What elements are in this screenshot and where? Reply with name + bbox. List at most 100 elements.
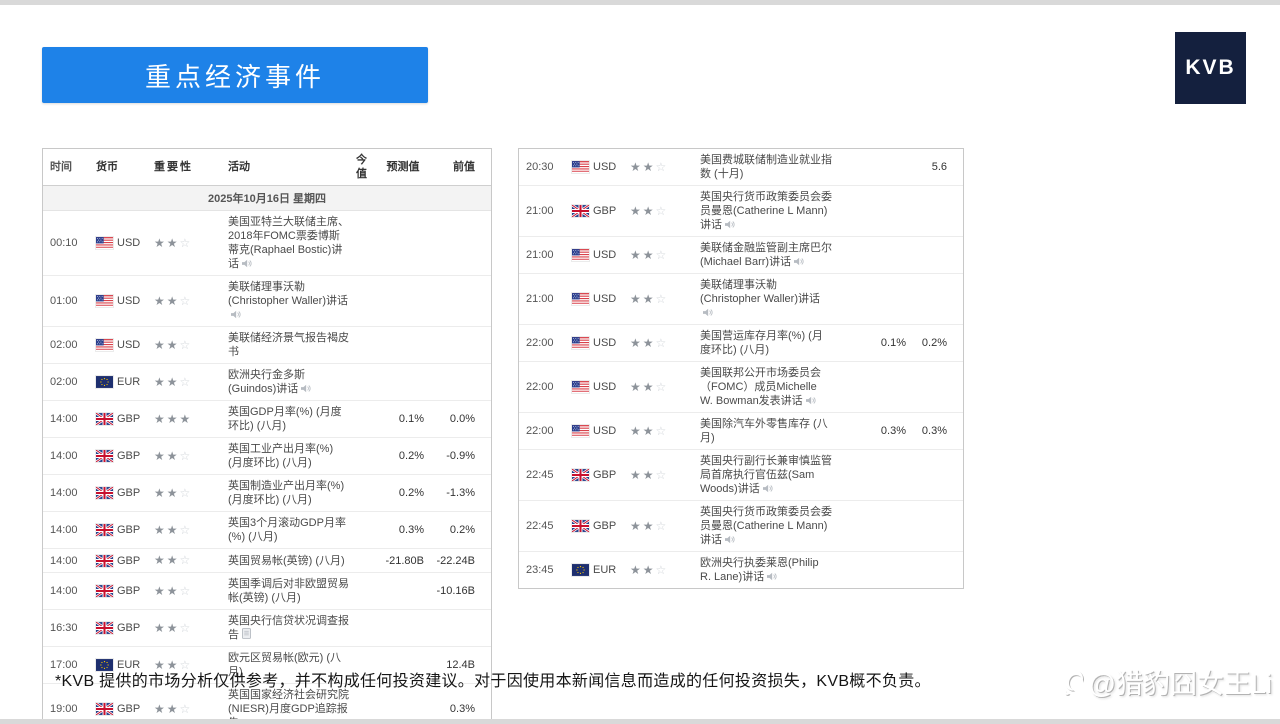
star-icon: ☆ [655, 291, 669, 306]
actual-value [353, 557, 379, 565]
forecast-value: 0.3% [398, 524, 424, 536]
speaker-icon [762, 484, 774, 493]
event-activity: 美联储金融监管副主席巴尔(Michael Barr)讲话 [697, 237, 835, 273]
actual-value [835, 471, 861, 479]
event-row: 14:00 GBP ★★☆ 英国3个月滚动GDP月率(%) (八月) 0.3% 0.2% [43, 512, 491, 549]
bottom-edge-strip [0, 719, 1280, 724]
previous-value [427, 341, 491, 349]
event-time: 14:00 [50, 585, 78, 597]
previous-value [909, 251, 963, 259]
actual-value [353, 705, 379, 713]
star-icon: ☆ [179, 620, 193, 635]
importance-stars: ★★★ [151, 408, 225, 431]
activity-text: 美联储金融监管副主席巴尔(Michael Barr)讲话 [700, 242, 832, 268]
star-icon: ★ [166, 235, 180, 250]
currency-code: GBP [593, 469, 617, 481]
actual-value [353, 587, 379, 595]
importance-stars: ★★☆ [151, 232, 225, 255]
importance-stars: ★★☆ [627, 464, 697, 487]
star-icon: ★ [166, 701, 180, 716]
star-icon: ☆ [179, 553, 193, 567]
event-activity: 美联储经济景气报告褐皮书 [225, 327, 353, 363]
star-icon: ★ [642, 203, 656, 218]
star-icon: ☆ [655, 159, 669, 174]
disclaimer-text: *KVB 提供的市场分析仅供参考，并不构成任何投资建议。对于因使用本新闻信息而造… [55, 673, 931, 690]
event-activity: 英国GDP月率(%) (月度环比) (八月) [225, 401, 353, 437]
star-icon: ☆ [655, 423, 669, 438]
star-icon: ★ [630, 423, 643, 438]
event-currency: USD [569, 332, 627, 354]
forecast-value: 0.2% [398, 450, 424, 462]
event-row: 14:00 GBP ★★☆ 英国工业产出月率(%) (月度环比) (八月) 0.2% -0… [43, 438, 491, 475]
header-actual: 今值 [356, 154, 367, 180]
event-currency: GBP [93, 617, 151, 639]
currency-code: GBP [117, 585, 141, 597]
us-flag-icon [572, 161, 589, 173]
currency-code: USD [593, 161, 617, 173]
activity-text: 美联储理事沃勒(Christopher Waller)讲话 [700, 279, 821, 305]
activity-text: 英国制造业产出月率(%) (月度环比) (八月) [228, 480, 345, 506]
header-previous: 前值 [453, 161, 475, 173]
event-time: 14:00 [50, 413, 78, 425]
speaker-icon [231, 310, 242, 319]
activity-text: 英国3个月滚动GDP月率(%) (八月) [228, 517, 346, 543]
forecast-value [379, 239, 427, 247]
actual-value [835, 295, 861, 303]
importance-stars: ★★☆ [151, 482, 225, 505]
activity-text: 英国季调后对非欧盟贸易帐(英镑) (八月) [228, 578, 349, 604]
event-activity: 美国费城联储制造业就业指数 (十月) [697, 149, 835, 185]
event-time: 23:45 [526, 564, 554, 576]
event-activity: 英国季调后对非欧盟贸易帐(英镑) (八月) [225, 573, 353, 609]
star-icon: ☆ [179, 235, 193, 250]
event-time: 01:00 [50, 295, 78, 307]
previous-value [427, 378, 491, 386]
event-currency: GBP [93, 482, 151, 504]
star-icon: ☆ [655, 562, 669, 577]
speaker-icon [301, 384, 312, 393]
importance-stars: ★★☆ [627, 288, 697, 311]
star-icon: ★ [154, 583, 167, 598]
currency-code: USD [593, 293, 617, 305]
actual-value [835, 251, 861, 259]
activity-text: 英国央行货币政策委员会委员曼恩(Catherine L Mann)讲话 [700, 191, 832, 231]
event-row: 02:00 EUR ★★☆ 欧洲央行金多斯(Guindos)讲话 [43, 364, 491, 401]
importance-stars: ★★☆ [151, 580, 225, 603]
currency-code: USD [593, 381, 617, 393]
star-icon: ★ [166, 293, 180, 308]
header-importance: 重要性 [154, 161, 193, 173]
previous-value [909, 207, 963, 215]
event-currency: EUR [569, 559, 627, 581]
activity-text: 美国营运库存月率(%) (月度环比) (八月) [700, 330, 823, 356]
eu-flag-icon [572, 564, 589, 576]
star-icon: ★ [154, 293, 167, 308]
currency-code: EUR [117, 376, 141, 388]
star-icon: ★ [154, 485, 167, 500]
calendar-body-left: 00:10 USD ★★☆ 美国亚特兰大联储主席、2018年FOMC票委博斯蒂克(Ra… [43, 211, 491, 724]
event-row: 21:00 USD ★★☆ 美联储金融监管副主席巴尔(Michael Barr)讲话 [519, 237, 963, 274]
previous-value [427, 624, 491, 632]
event-row: 21:00 USD ★★☆ 美联储理事沃勒(Christopher Waller)讲话 [519, 274, 963, 325]
previous-value: -10.16B [436, 585, 475, 597]
actual-value [835, 163, 861, 171]
event-currency: USD [569, 420, 627, 442]
forecast-value [379, 587, 427, 595]
forecast-value [861, 295, 909, 303]
event-activity: 英国制造业产出月率(%) (月度环比) (八月) [225, 475, 353, 511]
star-icon: ☆ [179, 374, 193, 389]
event-activity: 美国营运库存月率(%) (月度环比) (八月) [697, 325, 835, 361]
us-flag-icon [572, 337, 589, 349]
forecast-value: 0.2% [398, 487, 424, 499]
event-currency: GBP [93, 519, 151, 541]
event-currency: USD [569, 156, 627, 178]
forecast-value [861, 207, 909, 215]
star-icon: ★ [154, 448, 167, 463]
event-row: 22:45 GBP ★★☆ 英国央行副行长兼审慎监管局首席执行官伍兹(Sam Wood… [519, 450, 963, 501]
us-flag-icon [572, 293, 589, 305]
event-time: 02:00 [50, 376, 78, 388]
previous-value [909, 471, 963, 479]
speaker-icon [794, 257, 805, 266]
forecast-value: 0.1% [880, 337, 906, 349]
speaker-icon [703, 308, 714, 317]
star-icon: ★ [630, 562, 643, 577]
event-time: 14:00 [50, 524, 78, 536]
